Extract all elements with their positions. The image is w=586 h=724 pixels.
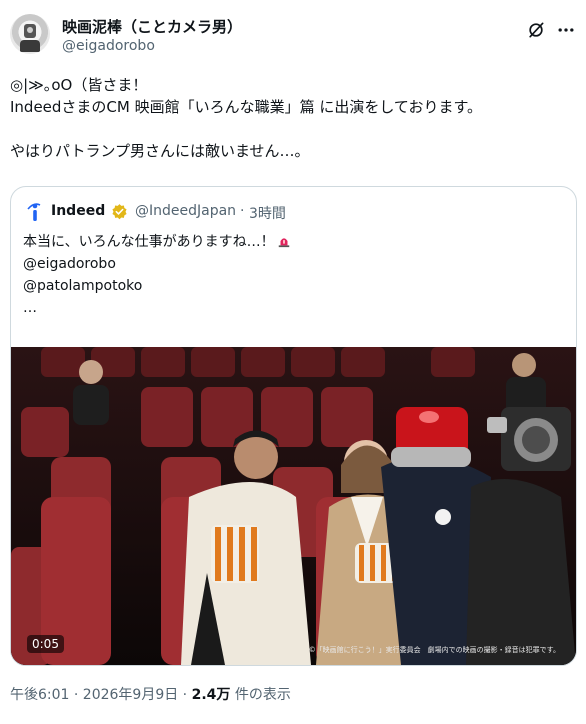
tweet-timestamp[interactable]: 午後6:01 · 2026年9月9日 ·	[10, 687, 192, 703]
separator-dot: ·	[240, 203, 245, 219]
quoted-author-name[interactable]: Indeed	[51, 203, 105, 219]
grok-icon[interactable]	[526, 20, 546, 40]
tweet-text: ◎|≫｡oO（皆さま！ IndeedさまのCM 映画館「いろんな職業」篇 に出演…	[10, 76, 482, 160]
video-thumbnail[interactable]: 0:05 ©「映画館に行こう！」実行委員会 劇場内での映画の撮影・録音は犯罪です…	[11, 347, 576, 665]
indeed-logo-icon[interactable]	[23, 201, 45, 223]
author-handle[interactable]: @eigadorobo	[62, 38, 155, 54]
video-caption: ©「映画館に行こう！」実行委員会 劇場内での映画の撮影・録音は犯罪です。	[308, 646, 560, 654]
siren-icon	[278, 238, 289, 248]
more-icon[interactable]	[556, 20, 576, 40]
quoted-timestamp[interactable]: 3時間	[249, 203, 286, 223]
quoted-main-text: 本当に、いろんな仕事がありますね…！	[23, 234, 275, 250]
verified-badge-icon	[112, 204, 127, 220]
views-count[interactable]: 2.4万	[192, 687, 231, 703]
views-label: 件の表示	[230, 687, 291, 703]
tweet-footer: 午後6:01 · 2026年9月9日 · 2.4万 件の表示	[10, 684, 291, 704]
cinema-scene-image	[11, 347, 576, 665]
author-name[interactable]: 映画泥棒（ことカメラ男）	[62, 16, 242, 37]
tweet-header: 映画泥棒（ことカメラ男） @eigadorobo	[10, 12, 576, 60]
author-avatar[interactable]	[10, 14, 50, 54]
video-duration: 0:05	[27, 635, 64, 653]
quoted-mentions[interactable]: @eigadorobo @patolampotoko …	[23, 256, 142, 316]
quoted-tweet[interactable]: Indeed @IndeedJapan · 3時間 本当に、いろんな仕事がありま…	[10, 186, 577, 666]
quoted-author-handle[interactable]: @IndeedJapan	[135, 203, 236, 219]
quoted-tweet-text: 本当に、いろんな仕事がありますね…！ @eigadorobo @patolamp…	[23, 231, 563, 319]
